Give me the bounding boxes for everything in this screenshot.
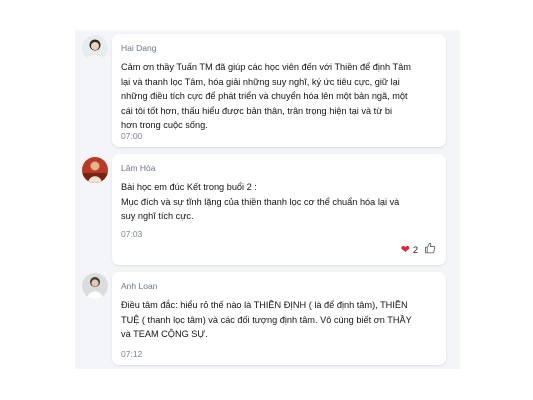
message-item: Hai Dang Cảm ơn thầy Tuấn TM đã giúp các… [75, 30, 460, 150]
message-item: Lâm Hòa Bài học em đúc Kết trong buổi 2 … [75, 150, 460, 268]
message-time: 07:12 [121, 349, 143, 359]
message-item: Anh Loan Điều tâm đắc: hiểu rỏ thế nào l… [75, 268, 460, 369]
heart-reaction[interactable]: ❤ 2 [400, 243, 418, 256]
sender-name[interactable]: Anh Loan [121, 281, 157, 291]
thumbs-up-icon[interactable] [424, 241, 436, 259]
message-bubble: Lâm Hòa Bài học em đúc Kết trong buổi 2 … [112, 154, 446, 265]
sender-name[interactable]: Lâm Hòa [121, 163, 156, 173]
message-text: Cảm ơn thầy Tuấn TM đã giúp các học viên… [121, 62, 411, 130]
avatar[interactable] [82, 273, 108, 299]
sender-name[interactable]: Hai Dang [121, 43, 156, 53]
avatar[interactable] [82, 35, 108, 61]
message-time: 07:00 [121, 131, 143, 141]
heart-icon: ❤ [400, 243, 410, 256]
message-text: Bài học em đúc Kết trong buổi 2 : Mục đí… [121, 182, 400, 221]
message-bubble: Anh Loan Điều tâm đắc: hiểu rỏ thế nào l… [112, 272, 446, 365]
message-text: Điều tâm đắc: hiểu rỏ thế nào là THIỀN Đ… [121, 300, 412, 339]
reactions-bar: ❤ 2 [401, 242, 436, 258]
chat-panel: Hai Dang Cảm ơn thầy Tuấn TM đã giúp các… [75, 30, 460, 369]
reaction-count: 2 [412, 245, 418, 255]
message-time: 07:03 [121, 229, 143, 239]
avatar[interactable] [82, 157, 108, 183]
message-bubble: Hai Dang Cảm ơn thầy Tuấn TM đã giúp các… [112, 34, 446, 147]
